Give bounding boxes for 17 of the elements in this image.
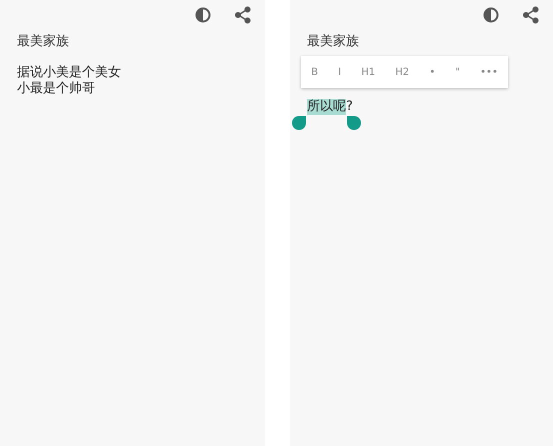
selection-handle[interactable] (292, 116, 306, 130)
format-button[interactable]: I (335, 64, 344, 80)
share-icon[interactable] (522, 6, 540, 24)
note-text-line: 据说小美是个美女 (17, 65, 121, 81)
share-icon[interactable] (234, 6, 252, 24)
note-text-line: 小最是个帅哥 (17, 81, 95, 97)
contrast-icon[interactable] (194, 6, 212, 24)
note-title: 最美家族 (307, 34, 359, 50)
selection-handle[interactable] (347, 116, 361, 130)
format-button[interactable]: H2 (392, 64, 412, 80)
format-button[interactable]: H1 (358, 64, 378, 80)
note-title: 最美家族 (17, 34, 69, 50)
format-button[interactable]: ••• (477, 64, 501, 80)
format-button[interactable]: " (452, 64, 463, 80)
format-button[interactable]: B (308, 64, 321, 80)
contrast-icon[interactable] (482, 6, 500, 24)
format-button[interactable]: • (426, 64, 438, 80)
